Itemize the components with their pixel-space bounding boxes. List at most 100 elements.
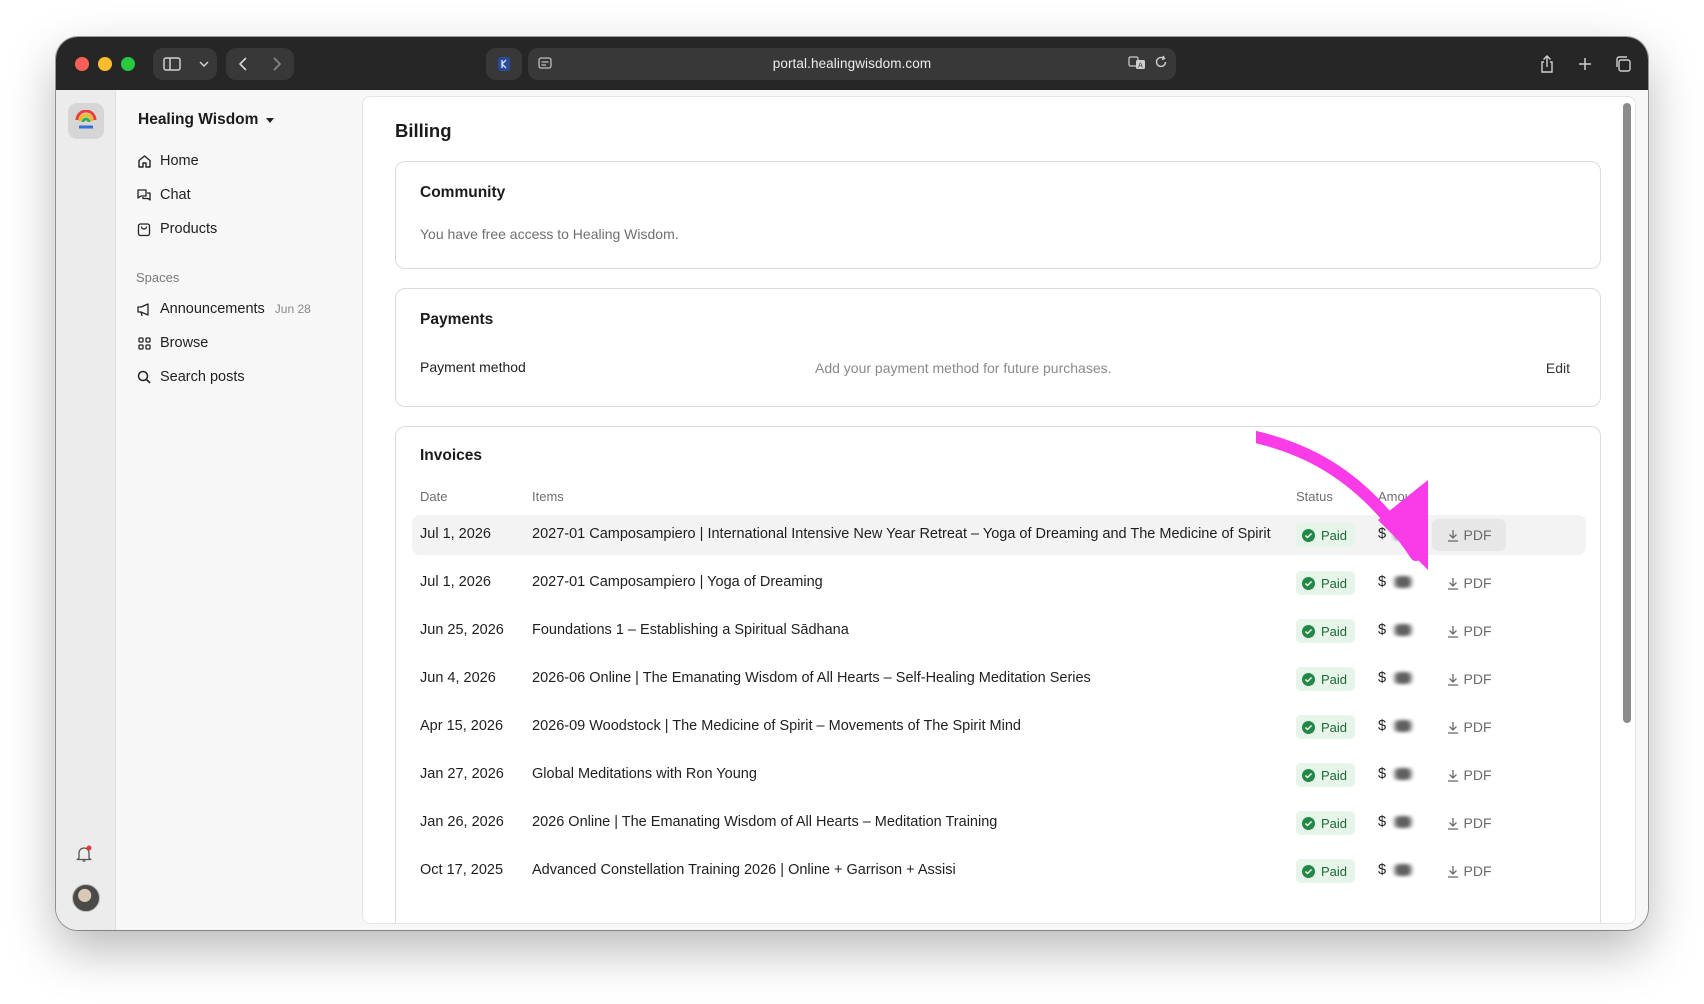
status-badge: Paid bbox=[1296, 619, 1356, 643]
amount-currency: $ bbox=[1378, 670, 1387, 686]
status-badge: Paid bbox=[1296, 523, 1356, 547]
extension-button[interactable] bbox=[486, 48, 522, 80]
megaphone-icon bbox=[136, 301, 152, 317]
check-circle-icon bbox=[1302, 720, 1315, 734]
redacted-amount bbox=[1388, 672, 1419, 684]
forward-button[interactable] bbox=[261, 48, 293, 80]
status-label: Paid bbox=[1321, 767, 1348, 783]
payments-card: Payments Payment method Add your payment… bbox=[395, 288, 1601, 407]
spaces-heading: Spaces bbox=[136, 270, 180, 285]
sidebar-item-label: Browse bbox=[160, 335, 209, 351]
rainbow-logo-icon bbox=[75, 110, 97, 129]
url-text[interactable]: portal.healingwisdom.com bbox=[528, 56, 1176, 71]
download-icon bbox=[1447, 769, 1458, 782]
column-header-items: Items bbox=[532, 489, 564, 504]
notifications-bell-icon[interactable] bbox=[75, 845, 93, 868]
amount-currency: $ bbox=[1378, 574, 1387, 590]
invoice-item: 2026-09 Woodstock | The Medicine of Spir… bbox=[532, 718, 1021, 734]
tab-overview-icon[interactable] bbox=[1608, 48, 1638, 80]
svg-text:A: A bbox=[1138, 62, 1143, 70]
invoice-date: Jun 25, 2026 bbox=[420, 622, 504, 638]
pdf-label: PDF bbox=[1463, 719, 1492, 735]
chevron-down-icon[interactable] bbox=[193, 48, 215, 80]
redacted-amount bbox=[1388, 720, 1419, 732]
home-icon bbox=[136, 153, 152, 169]
download-pdf-button[interactable]: PDF bbox=[1432, 759, 1506, 791]
sidebar-item-browse[interactable]: Browse bbox=[136, 335, 208, 351]
download-pdf-button[interactable]: PDF bbox=[1432, 855, 1506, 887]
sidebar-item-label: Chat bbox=[160, 187, 191, 203]
sidebar: Healing Wisdom Home Chat Products Spaces… bbox=[117, 90, 361, 930]
scrollbar[interactable] bbox=[1623, 103, 1631, 723]
invoice-row[interactable]: Jul 1, 2026 2027-01 Camposampiero | Inter… bbox=[412, 515, 1586, 555]
extension-icon bbox=[498, 57, 510, 71]
sidebar-item-home[interactable]: Home bbox=[136, 153, 199, 169]
close-window-button[interactable] bbox=[75, 57, 89, 71]
status-badge: Paid bbox=[1296, 667, 1356, 691]
share-icon[interactable] bbox=[1532, 48, 1562, 80]
invoice-row[interactable]: Apr 15, 2026 2026-09 Woodstock | The Medi… bbox=[412, 707, 1586, 747]
community-logo[interactable] bbox=[68, 103, 104, 139]
status-badge: Paid bbox=[1296, 763, 1356, 787]
minimize-window-button[interactable] bbox=[98, 57, 112, 71]
download-pdf-button[interactable]: PDF bbox=[1432, 807, 1506, 839]
redacted-amount bbox=[1388, 768, 1419, 780]
sidebar-toggle-group[interactable] bbox=[153, 48, 217, 80]
check-circle-icon bbox=[1302, 528, 1315, 542]
invoice-date: Jan 27, 2026 bbox=[420, 766, 504, 782]
back-button[interactable] bbox=[227, 48, 259, 80]
invoice-row[interactable]: Jun 25, 2026 Foundations 1 – Establishing… bbox=[412, 611, 1586, 651]
sidebar-item-announcements[interactable]: Announcements Jun 28 bbox=[136, 301, 311, 317]
reload-icon[interactable] bbox=[1154, 55, 1168, 76]
download-icon bbox=[1447, 721, 1458, 734]
invoice-date: Oct 17, 2025 bbox=[420, 862, 504, 878]
user-avatar[interactable] bbox=[72, 884, 100, 912]
status-label: Paid bbox=[1321, 671, 1348, 687]
status-label: Paid bbox=[1321, 575, 1348, 591]
edit-payment-method-link[interactable]: Edit bbox=[1546, 360, 1570, 376]
status-badge: Paid bbox=[1296, 859, 1356, 883]
address-bar[interactable]: portal.healingwisdom.com A bbox=[528, 48, 1176, 80]
workspace-name: Healing Wisdom bbox=[138, 111, 259, 128]
sidebar-item-search-posts[interactable]: Search posts bbox=[136, 369, 245, 385]
pdf-label: PDF bbox=[1463, 767, 1492, 783]
new-tab-icon[interactable] bbox=[1570, 48, 1600, 80]
sidebar-item-label: Search posts bbox=[160, 369, 245, 385]
invoice-date: Apr 15, 2026 bbox=[420, 718, 504, 734]
invoice-item: Global Meditations with Ron Young bbox=[532, 766, 757, 782]
redacted-amount bbox=[1388, 576, 1419, 588]
invoice-row[interactable]: Jan 26, 2026 2026 Online | The Emanating … bbox=[412, 803, 1586, 843]
download-pdf-button[interactable]: PDF bbox=[1432, 711, 1506, 743]
download-pdf-button[interactable]: PDF bbox=[1432, 519, 1506, 551]
sidebar-toggle-icon[interactable] bbox=[156, 48, 188, 80]
invoice-item: Foundations 1 – Establishing a Spiritual… bbox=[532, 622, 849, 638]
translate-icon[interactable]: A bbox=[1128, 55, 1146, 76]
grid-icon bbox=[136, 335, 152, 351]
status-badge: Paid bbox=[1296, 571, 1356, 595]
invoice-row[interactable]: Jan 27, 2026 Global Meditations with Ron … bbox=[412, 755, 1586, 795]
invoice-amount: $ bbox=[1378, 766, 1419, 782]
invoice-date: Jan 26, 2026 bbox=[420, 814, 504, 830]
sidebar-item-chat[interactable]: Chat bbox=[136, 187, 191, 203]
pdf-label: PDF bbox=[1463, 575, 1492, 591]
zoom-window-button[interactable] bbox=[121, 57, 135, 71]
sidebar-item-products[interactable]: Products bbox=[136, 221, 217, 237]
check-circle-icon bbox=[1302, 768, 1315, 782]
workspace-switcher[interactable]: Healing Wisdom bbox=[138, 111, 275, 129]
download-pdf-button[interactable]: PDF bbox=[1432, 663, 1506, 695]
amount-currency: $ bbox=[1378, 526, 1387, 542]
invoice-row[interactable]: Jun 4, 2026 2026-06 Online | The Emanatin… bbox=[412, 659, 1586, 699]
browser-toolbar: portal.healingwisdom.com A bbox=[56, 37, 1648, 90]
invoice-row[interactable]: Oct 17, 2025 Advanced Constellation Train… bbox=[412, 851, 1586, 891]
invoice-date: Jun 4, 2026 bbox=[420, 670, 496, 686]
invoice-date: Jul 1, 2026 bbox=[420, 574, 491, 590]
invoice-item: 2026 Online | The Emanating Wisdom of Al… bbox=[532, 814, 998, 830]
invoice-row[interactable]: Jul 1, 2026 2027-01 Camposampiero | Yoga … bbox=[412, 563, 1586, 603]
download-pdf-button[interactable]: PDF bbox=[1432, 567, 1506, 599]
download-icon bbox=[1447, 865, 1458, 878]
download-pdf-button[interactable]: PDF bbox=[1432, 615, 1506, 647]
status-label: Paid bbox=[1321, 719, 1348, 735]
invoices-card: Invoices Date Items Status Amount Jul 1,… bbox=[395, 426, 1601, 923]
community-access-text: You have free access to Healing Wisdom. bbox=[420, 226, 679, 242]
check-circle-icon bbox=[1302, 624, 1315, 638]
